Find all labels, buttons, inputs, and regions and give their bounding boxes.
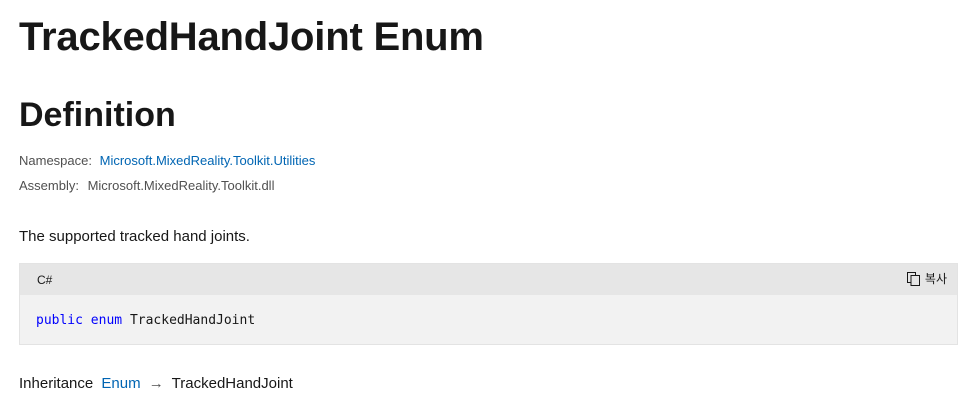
assembly-label: Assembly: [19,178,79,193]
inheritance-base-link[interactable]: Enum [101,375,140,392]
inheritance-row: Inheritance Enum → TrackedHandJoint [19,374,293,394]
namespace-label: Namespace: [19,153,92,168]
inheritance-label: Inheritance [19,375,94,392]
code-header: C# 복사 [20,264,957,295]
copy-button[interactable]: 복사 [906,271,947,287]
namespace-row: Namespace: Microsoft.MixedReality.Toolki… [19,152,315,170]
code-body: public enum TrackedHandJoint [36,312,255,330]
code-language-label: C# [37,273,53,287]
copy-icon [906,272,920,286]
code-keyword-enum: enum [90,313,123,328]
inheritance-current: TrackedHandJoint [171,375,293,392]
code-identifier: TrackedHandJoint [129,313,256,328]
page-title: TrackedHandJoint Enum [19,15,484,59]
definition-heading: Definition [19,96,176,134]
docs-page: TrackedHandJoint Enum Definition Namespa… [0,0,969,408]
assembly-value: Microsoft.MixedReality.Toolkit.dll [87,178,275,193]
copy-label: 복사 [924,272,947,286]
code-keyword-public: public [36,313,83,328]
namespace-link[interactable]: Microsoft.MixedReality.Toolkit.Utilities [100,153,316,168]
code-block: C# 복사 public enum TrackedHandJoint [19,263,958,345]
summary-text: The supported tracked hand joints. [19,228,250,245]
inheritance-arrow-icon: → [148,375,164,392]
assembly-row: Assembly: Microsoft.MixedReality.Toolkit… [19,177,274,195]
